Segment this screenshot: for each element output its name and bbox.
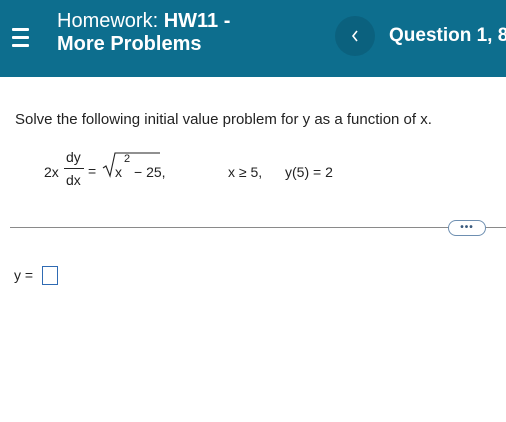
menu-line — [12, 36, 29, 39]
ellipsis-icon: ••• — [460, 222, 474, 233]
menu-line — [12, 28, 29, 31]
homework-name: HW11 - — [163, 10, 231, 32]
hamburger-menu-icon[interactable] — [12, 28, 29, 47]
derivative-numerator: dy — [66, 149, 81, 165]
previous-question-button[interactable] — [335, 16, 375, 56]
answer-label: y = — [14, 267, 34, 283]
menu-line — [12, 44, 29, 47]
radicand-x: x — [115, 164, 122, 180]
homework-subtitle: More Problems — [57, 33, 202, 55]
question-label: Question 1, 8 — [389, 25, 506, 46]
lhs-coefficient: 2x — [44, 164, 59, 180]
more-options-button[interactable]: ••• — [448, 220, 486, 236]
initial-condition: y(5) = 2 — [285, 164, 333, 180]
section-divider — [10, 227, 506, 228]
problem-prompt: Solve the following initial value proble… — [15, 111, 432, 128]
domain-condition: x ≥ 5, — [228, 164, 263, 180]
equals-sign: = — [88, 163, 97, 179]
fraction-bar — [64, 168, 84, 169]
homework-prefix: Homework: — [57, 10, 159, 32]
top-bar: Homework: HW11 - More Problems Question … — [0, 0, 506, 77]
chevron-left-icon — [351, 30, 358, 42]
radicand-rest: − 25, — [134, 164, 166, 180]
radicand-exponent: 2 — [124, 153, 131, 165]
homework-title: Homework: HW11 - More Problems — [57, 10, 230, 56]
answer-input[interactable] — [42, 266, 58, 285]
derivative-denominator: dx — [66, 172, 81, 188]
